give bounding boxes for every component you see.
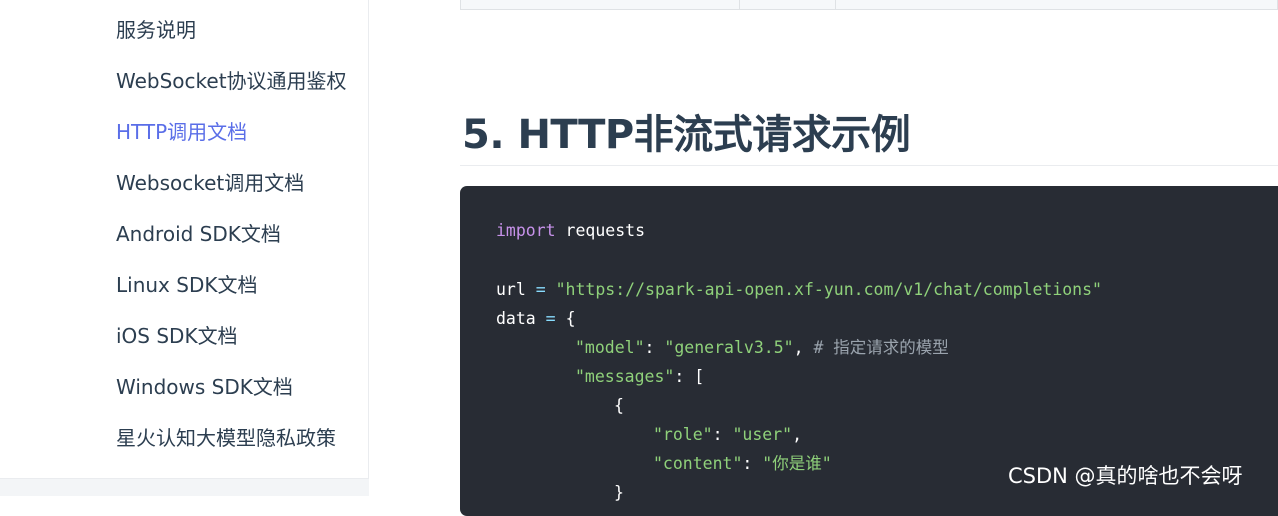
code-line-3: url = "https://spark-api-open.xf-yun.com… — [496, 279, 1102, 301]
code-string: "messages" — [575, 367, 675, 386]
heading-divider — [460, 165, 1278, 166]
code-punctuation: { — [565, 309, 576, 328]
sidebar-item-android-sdk[interactable]: Android SDK文档 — [116, 221, 281, 247]
section-heading: 5. HTTP非流式请求示例 — [462, 112, 911, 158]
table-column-divider — [739, 0, 740, 10]
code-line-5: "model": "generalv3.5", # 指定请求的模型 — [575, 337, 949, 359]
sidebar: 服务说明 WebSocket协议通用鉴权 HTTP调用文档 Websocket调… — [0, 0, 369, 496]
code-comment: # 指定请求的模型 — [813, 338, 949, 357]
code-punctuation: : — [674, 367, 695, 386]
code-string: "你是谁" — [762, 454, 832, 473]
code-text: requests — [555, 221, 646, 240]
code-line-1: import requests — [496, 220, 645, 242]
code-variable: data — [496, 309, 536, 328]
code-string: "model" — [575, 338, 645, 357]
sidebar-item-websocket-docs[interactable]: Websocket调用文档 — [116, 170, 304, 196]
code-string: "role" — [653, 425, 713, 444]
sidebar-footer-band — [0, 478, 369, 496]
sidebar-item-websocket-auth[interactable]: WebSocket协议通用鉴权 — [116, 68, 347, 94]
code-keyword: import — [496, 221, 556, 240]
csdn-watermark: CSDN @真的啥也不会呀 — [1008, 464, 1243, 488]
code-punctuation: , — [792, 425, 803, 444]
code-operator: = — [535, 309, 566, 328]
code-punctuation: : — [644, 338, 665, 357]
code-line-10: } — [614, 482, 624, 504]
code-string: "https://spark-api-open.xf-yun.com/v1/ch… — [555, 280, 1102, 299]
code-line-4: data = { — [496, 308, 576, 330]
table-column-divider — [835, 0, 836, 10]
code-string: "content" — [653, 454, 743, 473]
code-punctuation: : — [712, 425, 733, 444]
code-punctuation: : — [742, 454, 763, 473]
code-string: "generalv3.5" — [664, 338, 794, 357]
code-line-9: "content": "你是谁" — [653, 453, 832, 475]
sidebar-item-ios-sdk[interactable]: iOS SDK文档 — [116, 323, 238, 349]
code-line-8: "role": "user", — [653, 424, 802, 446]
code-operator: = — [525, 280, 556, 299]
code-line-7: { — [614, 395, 624, 417]
code-string: "user" — [732, 425, 793, 444]
code-punctuation: } — [614, 483, 624, 502]
code-punctuation: , — [793, 338, 814, 357]
sidebar-item-linux-sdk[interactable]: Linux SDK文档 — [116, 272, 257, 298]
sidebar-item-service-description[interactable]: 服务说明 — [116, 17, 196, 43]
code-line-6: "messages": [ — [575, 366, 704, 388]
sidebar-item-windows-sdk[interactable]: Windows SDK文档 — [116, 374, 293, 400]
table-bottom-row — [460, 0, 1278, 10]
sidebar-item-http-docs[interactable]: HTTP调用文档 — [116, 119, 247, 145]
code-variable: url — [496, 280, 526, 299]
code-punctuation: [ — [694, 367, 705, 386]
sidebar-item-privacy-policy[interactable]: 星火认知大模型隐私政策 — [116, 425, 336, 451]
code-punctuation: { — [614, 396, 624, 415]
